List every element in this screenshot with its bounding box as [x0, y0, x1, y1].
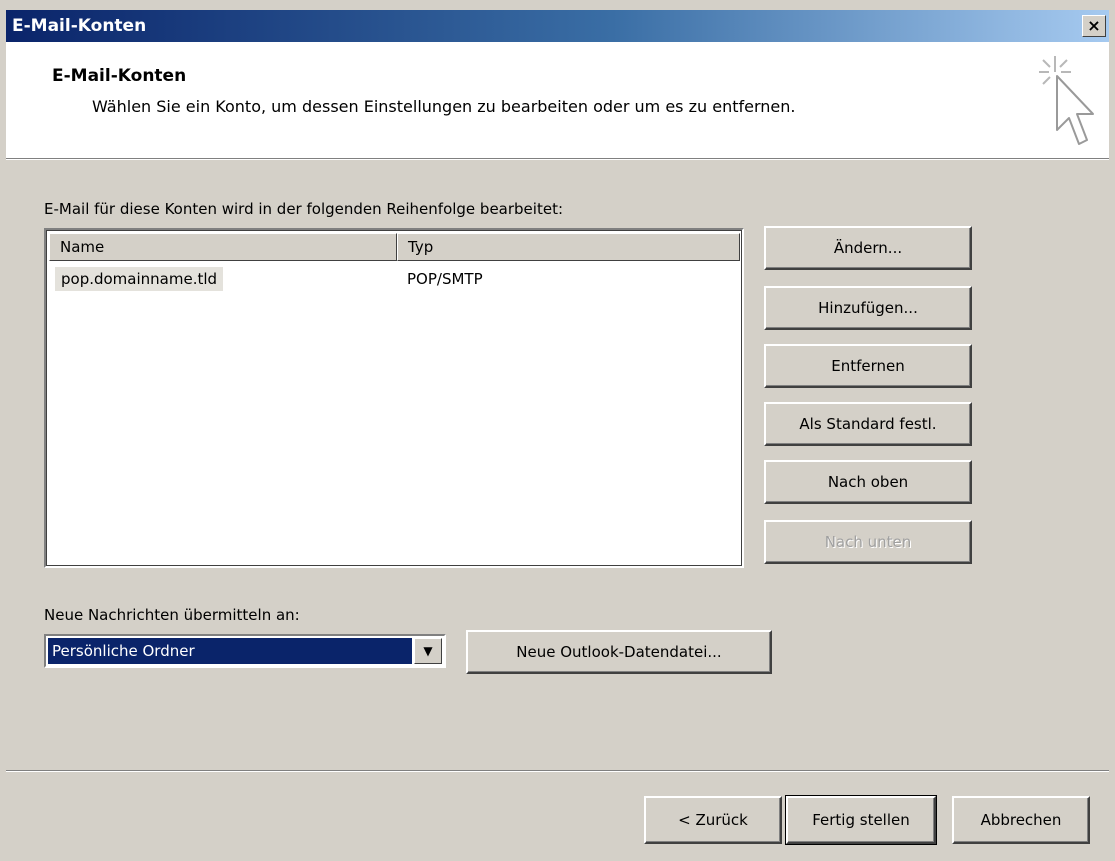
- footer-separator: [6, 770, 1109, 772]
- list-header: Name Typ: [49, 233, 740, 261]
- wizard-header: E-Mail-Konten Wählen Sie ein Konto, um d…: [6, 42, 1109, 159]
- cancel-button[interactable]: Abbrechen: [952, 796, 1090, 844]
- dropdown-button[interactable]: ▼: [414, 638, 442, 664]
- remove-button[interactable]: Entfernen: [764, 344, 972, 388]
- window-title: E-Mail-Konten: [12, 16, 147, 36]
- move-down-button: Nach unten: [764, 520, 972, 564]
- header-subtitle: Wählen Sie ein Konto, um dessen Einstell…: [92, 97, 796, 116]
- close-icon: ×: [1087, 16, 1101, 35]
- new-data-file-button[interactable]: Neue Outlook-Datendatei...: [466, 630, 772, 674]
- title-bar[interactable]: E-Mail-Konten ×: [6, 10, 1109, 42]
- wizard-cursor-icon: [1039, 56, 1094, 145]
- chevron-down-icon: ▼: [423, 644, 433, 658]
- email-accounts-dialog: E-Mail-Konten × E-Mail-Konten Wählen Sie…: [0, 0, 1115, 861]
- move-up-button[interactable]: Nach oben: [764, 460, 972, 504]
- set-default-button[interactable]: Als Standard festl.: [764, 402, 972, 446]
- delivery-label: Neue Nachrichten übermitteln an:: [44, 606, 300, 624]
- accounts-list[interactable]: Name Typ pop.domainname.tld POP/SMTP: [44, 228, 744, 568]
- header-title: E-Mail-Konten: [52, 66, 187, 86]
- account-type: POP/SMTP: [407, 270, 483, 288]
- finish-button[interactable]: Fertig stellen: [785, 795, 937, 845]
- list-item[interactable]: pop.domainname.tld POP/SMTP: [49, 265, 739, 293]
- delivery-location-value: Persönliche Ordner: [48, 638, 412, 664]
- column-header-name[interactable]: Name: [49, 233, 397, 261]
- back-button[interactable]: < Zurück: [644, 796, 782, 844]
- header-separator: [6, 159, 1109, 160]
- account-name: pop.domainname.tld: [55, 267, 224, 291]
- add-button[interactable]: Hinzufügen...: [764, 286, 972, 330]
- close-button[interactable]: ×: [1082, 15, 1106, 37]
- column-header-type[interactable]: Typ: [397, 233, 740, 261]
- delivery-location-select[interactable]: Persönliche Ordner ▼: [44, 634, 446, 668]
- change-button[interactable]: Ändern...: [764, 226, 972, 270]
- accounts-list-label: E-Mail für diese Konten wird in der folg…: [44, 200, 564, 218]
